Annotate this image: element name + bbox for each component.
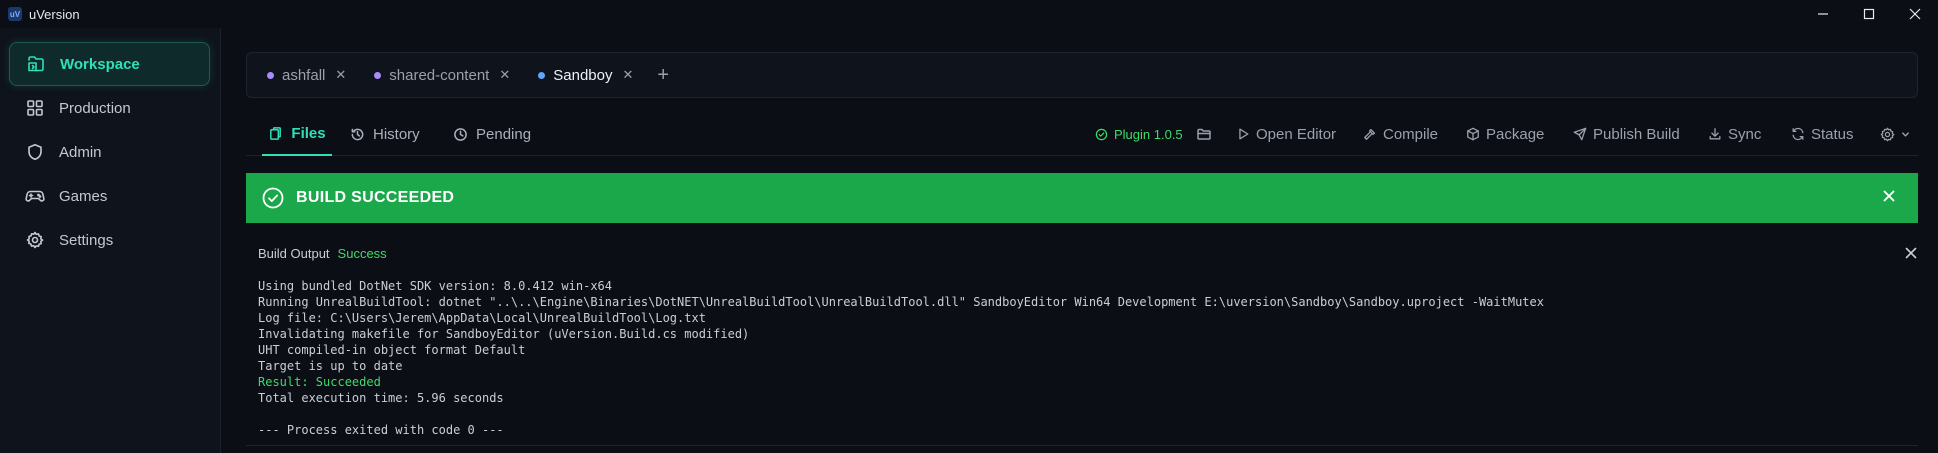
build-status-banner: BUILD SUCCEEDED: [246, 173, 1918, 223]
add-workspace-tab-button[interactable]: +: [657, 65, 669, 85]
sidebar-item-label: Admin: [59, 143, 102, 161]
build-output-status: Success: [337, 246, 387, 261]
check-circle-icon: [262, 187, 284, 209]
folder-icon: [1197, 128, 1211, 140]
workspace-tab-label: ashfall: [282, 66, 326, 84]
minimize-button[interactable]: [1800, 0, 1846, 28]
workspace-tab-label: shared-content: [389, 66, 490, 84]
workspace-tab-shared-content[interactable]: shared-content ✕: [374, 67, 510, 84]
close-tab-icon[interactable]: ✕: [622, 67, 633, 83]
log-line: Using bundled DotNet SDK version: 8.0.41…: [258, 279, 613, 293]
sidebar: Workspace Production Admin Games Setting…: [0, 28, 221, 453]
status-button[interactable]: Status: [1791, 112, 1854, 156]
minimize-icon: [1818, 13, 1828, 15]
app-title: uVersion: [29, 6, 80, 22]
clock-icon: [454, 127, 467, 141]
app-logo: uV: [8, 7, 22, 21]
maximize-button[interactable]: [1846, 0, 1892, 28]
package-button[interactable]: Package: [1466, 112, 1544, 156]
close-tab-icon[interactable]: ✕: [335, 67, 346, 83]
publish-build-button[interactable]: Publish Build: [1573, 112, 1680, 156]
log-line: Running UnrealBuildTool: dotnet "..\..\E…: [258, 295, 1544, 309]
log-line: Invalidating makefile for SandboyEditor …: [258, 327, 750, 341]
publish-build-label: Publish Build: [1593, 125, 1680, 143]
close-icon: [1905, 247, 1917, 259]
maximize-icon: [1863, 8, 1875, 20]
workspace-tab-label: Sandboy: [553, 66, 613, 84]
sidebar-item-workspace[interactable]: Workspace: [9, 42, 210, 86]
tab-dot: [267, 71, 274, 79]
window-controls: [1800, 0, 1938, 28]
hammer-icon: [1364, 128, 1376, 140]
sidebar-item-games[interactable]: Games: [9, 174, 210, 218]
open-editor-label: Open Editor: [1256, 125, 1337, 143]
close-window-button[interactable]: [1892, 0, 1938, 28]
log-line: Result: Succeeded: [258, 375, 381, 389]
close-icon: [1883, 190, 1895, 202]
gear-icon: [25, 230, 45, 250]
files-icon: [270, 126, 282, 140]
log-line: --- Process exited with code 0 ---: [258, 423, 504, 437]
log-line: Total execution time: 5.96 seconds: [258, 391, 504, 405]
close-icon: [1909, 8, 1921, 20]
settings-dropdown-button[interactable]: [1880, 112, 1910, 156]
workspace-tab-ashfall[interactable]: ashfall ✕: [267, 67, 346, 84]
open-editor-button[interactable]: Open Editor: [1236, 112, 1336, 156]
log-line: Log file: C:\Users\Jerem\AppData\Local\U…: [258, 311, 706, 325]
sidebar-item-settings[interactable]: Settings: [9, 218, 210, 262]
output-divider: [246, 445, 1918, 446]
sidebar-item-label: Production: [59, 99, 131, 117]
sync-label: Sync: [1728, 125, 1762, 143]
package-icon: [1467, 127, 1479, 141]
tab-label: Pending: [476, 125, 532, 143]
grid-icon: [25, 98, 45, 118]
sidebar-item-production[interactable]: Production: [9, 86, 210, 130]
sidebar-item-label: Workspace: [60, 55, 140, 73]
download-icon: [1709, 128, 1721, 140]
build-output-log: Using bundled DotNet SDK version: 8.0.41…: [258, 278, 1898, 438]
open-folder-button[interactable]: [1196, 112, 1218, 156]
sidebar-item-label: Games: [59, 187, 108, 205]
dismiss-banner-button[interactable]: [1882, 189, 1896, 203]
refresh-icon: [1792, 127, 1804, 141]
tab-files[interactable]: Files: [262, 112, 332, 156]
close-tab-icon[interactable]: ✕: [499, 67, 510, 83]
check-circle-icon: [1095, 128, 1108, 140]
package-label: Package: [1486, 125, 1545, 143]
build-output-header: Build Output Success: [258, 246, 387, 261]
tab-history[interactable]: History: [350, 112, 420, 156]
tab-pending[interactable]: Pending: [453, 112, 531, 156]
compile-button[interactable]: Compile: [1363, 112, 1438, 156]
tab-label: History: [373, 125, 420, 143]
banner-message: BUILD SUCCEEDED: [296, 189, 455, 206]
gear-icon: [1880, 127, 1895, 141]
workspace-tab-sandboy[interactable]: Sandboy ✕: [538, 67, 633, 84]
plugin-version-badge[interactable]: Plugin 1.0.5: [1095, 112, 1183, 156]
log-line: Target is up to date: [258, 359, 403, 373]
sub-navigation: Files History Pending Plugin 1.0.5 Open …: [246, 112, 1918, 156]
chevron-down-icon: [1902, 131, 1909, 137]
workspace-icon: [26, 54, 46, 74]
tab-label: Files: [291, 124, 326, 142]
sidebar-item-admin[interactable]: Admin: [9, 130, 210, 174]
sidebar-item-label: Settings: [59, 231, 114, 249]
title-bar: uV uVersion: [0, 0, 1938, 28]
gamepad-icon: [25, 186, 45, 206]
compile-label: Compile: [1383, 125, 1439, 143]
play-icon: [1239, 128, 1249, 140]
build-output-label: Build Output: [258, 246, 330, 261]
tab-dot: [374, 71, 382, 79]
log-line: UHT compiled-in object format Default: [258, 343, 526, 357]
shield-icon: [25, 142, 45, 162]
send-icon: [1573, 127, 1587, 141]
plugin-version-label: Plugin 1.0.5: [1114, 126, 1183, 142]
tab-dot: [538, 71, 546, 79]
workspace-tab-strip: ashfall ✕ shared-content ✕ Sandboy ✕ +: [246, 52, 1918, 98]
history-icon: [351, 128, 364, 140]
sync-button[interactable]: Sync: [1708, 112, 1761, 156]
close-output-button[interactable]: [1904, 246, 1918, 260]
status-label: Status: [1811, 125, 1854, 143]
